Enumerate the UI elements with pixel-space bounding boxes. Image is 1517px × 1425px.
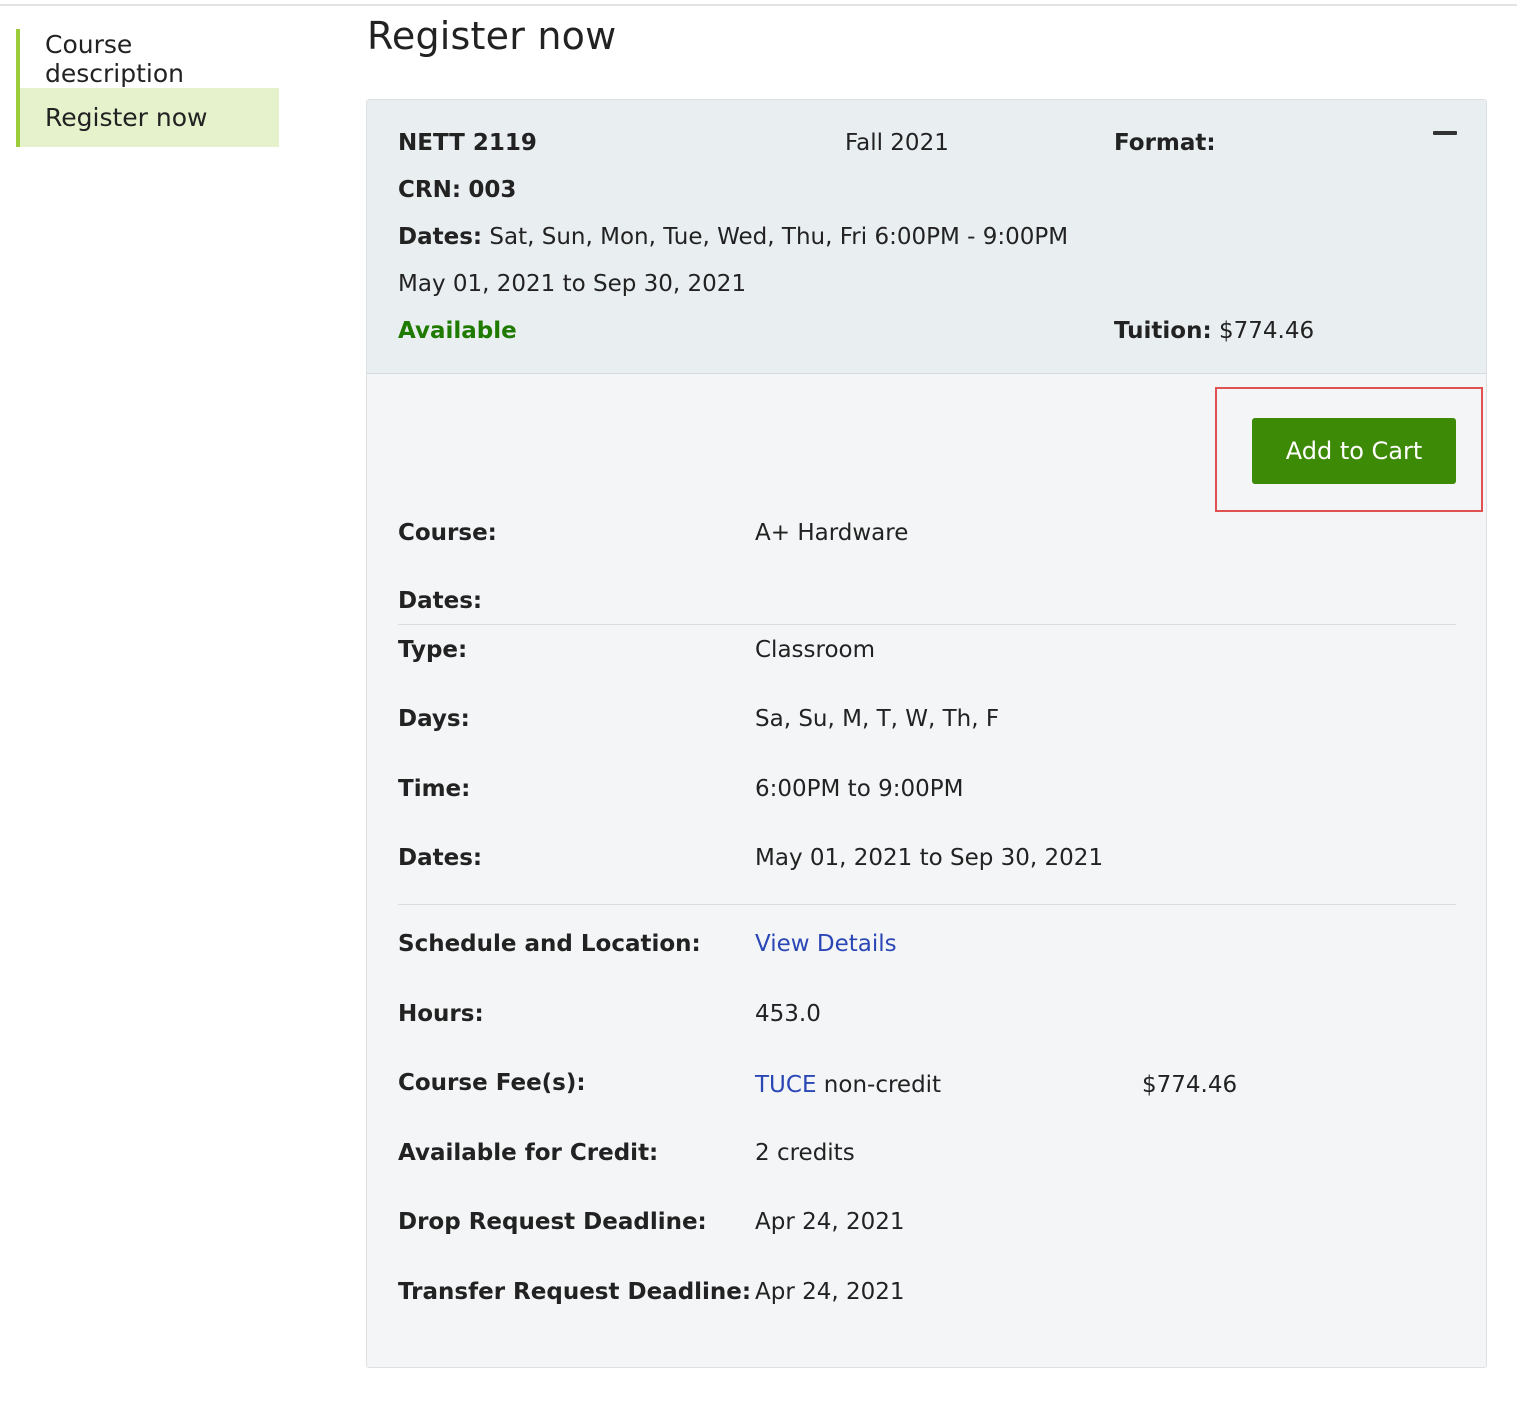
tuition-label: Tuition:: [1114, 318, 1212, 344]
type-label: Type:: [398, 637, 468, 663]
tuition-value: $774.46: [1218, 318, 1315, 344]
divider: [398, 904, 1456, 905]
course-label: Course:: [398, 520, 497, 546]
drop-deadline-value: Apr 24, 2021: [755, 1209, 905, 1235]
fees-label: Course Fee(s):: [398, 1070, 586, 1096]
view-details-link[interactable]: View Details: [755, 929, 897, 959]
transfer-deadline-value: Apr 24, 2021: [755, 1279, 905, 1305]
status-badge: Available: [398, 318, 517, 344]
format-label: Format:: [1114, 130, 1216, 156]
hours-label: Hours:: [398, 1001, 484, 1027]
section-header[interactable]: NETT 2119 Fall 2021 Format: CRN: 003 Dat…: [367, 100, 1486, 374]
type-value: Classroom: [755, 637, 876, 663]
transfer-deadline-label: Transfer Request Deadline:: [398, 1279, 752, 1305]
time-value: 6:00PM to 9:00PM: [755, 776, 964, 802]
fee-item: TUCE non-credit: [755, 1070, 941, 1100]
crn: CRN: 003: [398, 175, 516, 205]
days-value: Sa, Su, M, T, W, Th, F: [755, 706, 1000, 732]
days-label: Days:: [398, 706, 470, 732]
term: Fall 2021: [845, 130, 949, 156]
meeting-dates: Dates: Sat, Sun, Mon, Tue, Wed, Thu, Fri…: [398, 222, 1068, 252]
page-title: Register now: [367, 14, 617, 58]
date-range: May 01, 2021 to Sep 30, 2021: [398, 271, 747, 297]
dates2-label: Dates:: [398, 845, 483, 871]
tuition: Tuition: $774.46: [1114, 316, 1314, 346]
sidebar-item-label: Register now: [45, 103, 208, 132]
course-value: A+ Hardware: [755, 520, 909, 546]
fee-amount: $774.46: [1142, 1072, 1238, 1098]
sidebar-item-label: Course description: [45, 29, 185, 88]
sidebar-item-course-description[interactable]: Course description: [16, 29, 279, 88]
course-code: NETT 2119: [398, 130, 537, 156]
add-to-cart-button[interactable]: Add to Cart: [1252, 418, 1456, 484]
credit-value: 2 credits: [755, 1140, 855, 1166]
sidebar-item-register-now[interactable]: Register now: [16, 88, 279, 147]
top-divider: [0, 4, 1517, 6]
drop-deadline-label: Drop Request Deadline:: [398, 1209, 707, 1235]
tuce-link[interactable]: TUCE: [755, 1072, 816, 1098]
credit-label: Available for Credit:: [398, 1140, 659, 1166]
time-label: Time:: [398, 776, 471, 802]
section-card: NETT 2119 Fall 2021 Format: CRN: 003 Dat…: [366, 99, 1487, 1368]
dates2-value: May 01, 2021 to Sep 30, 2021: [755, 845, 1104, 871]
dates-value: Sat, Sun, Mon, Tue, Wed, Thu, Fri 6:00PM…: [489, 224, 1069, 250]
dates-label: Dates:: [398, 224, 483, 250]
crn-value: 003: [468, 177, 517, 203]
schedule-label: Schedule and Location:: [398, 931, 701, 957]
minus-icon[interactable]: [1433, 131, 1457, 135]
hours-value: 453.0: [755, 1001, 821, 1027]
fee-type: non-credit: [823, 1072, 942, 1098]
divider: [398, 624, 1456, 625]
crn-label: CRN:: [398, 177, 462, 203]
sidebar-nav: Course description Register now: [16, 29, 279, 147]
dates-label: Dates:: [398, 588, 483, 614]
